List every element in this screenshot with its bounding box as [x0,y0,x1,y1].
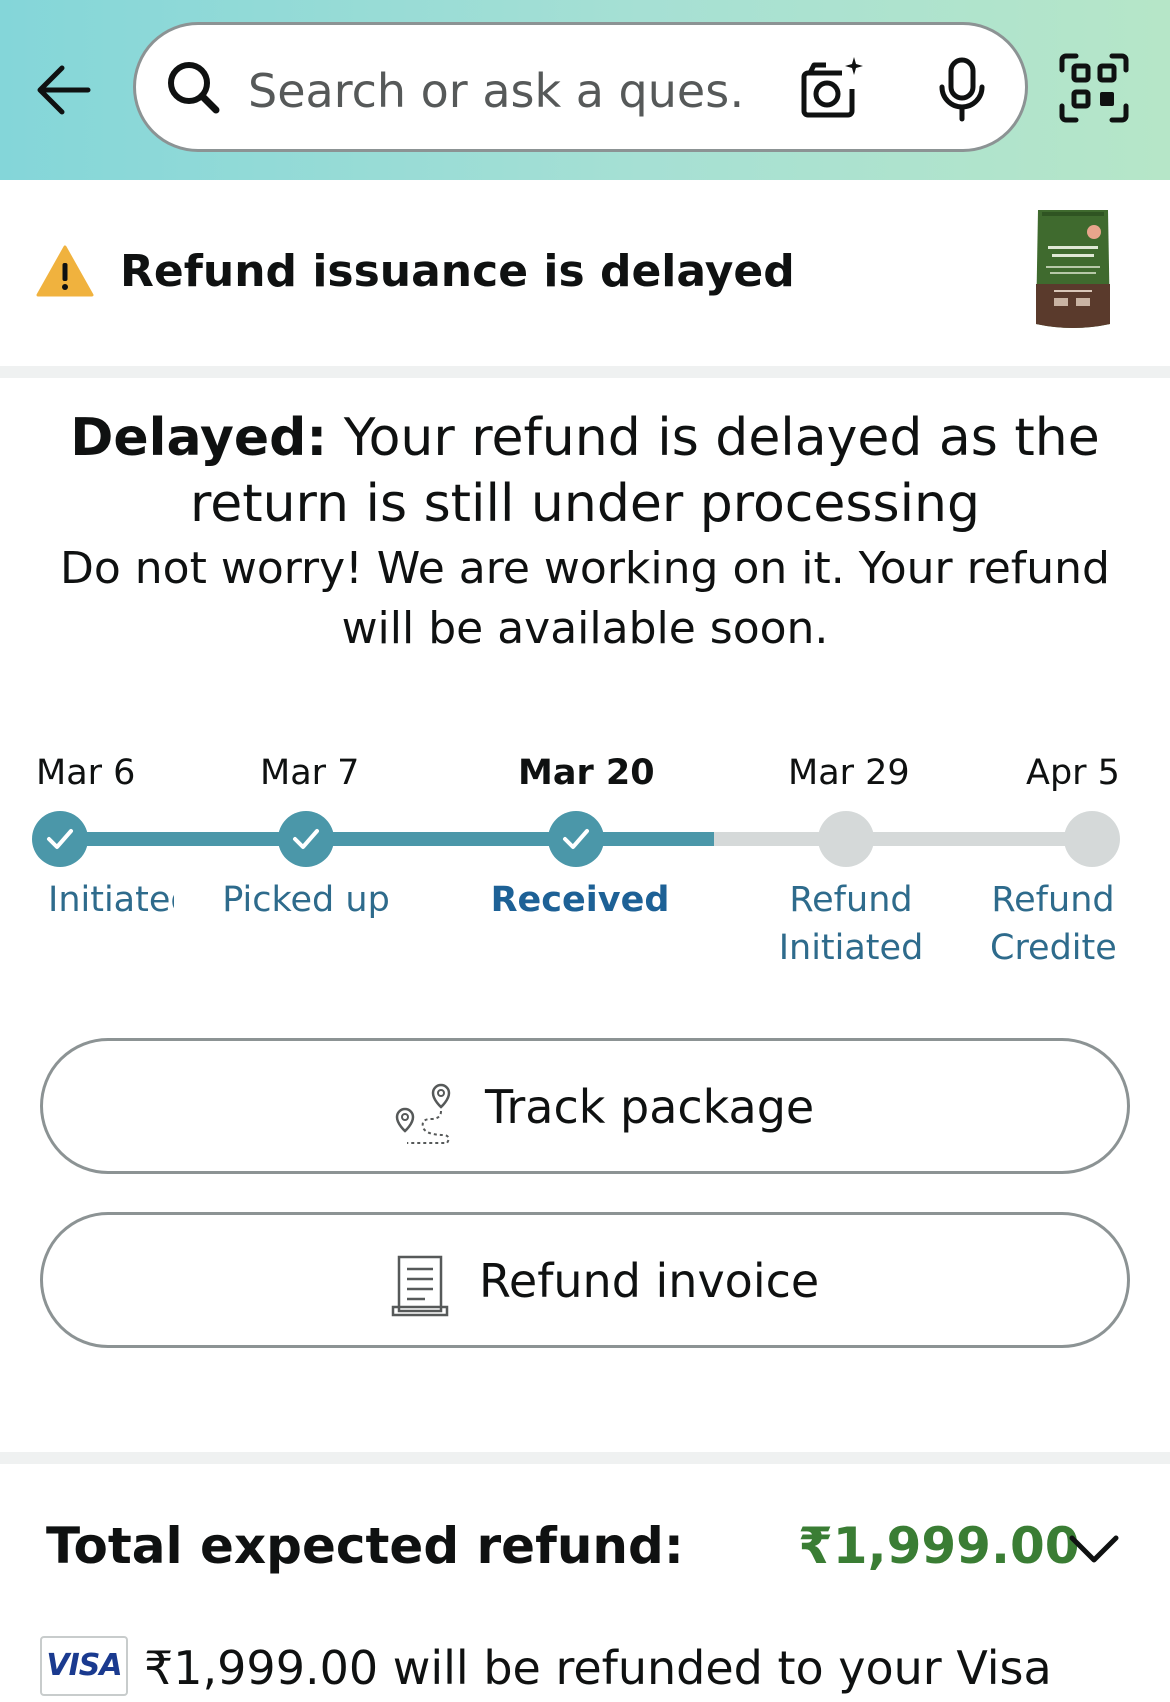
receipt-icon [389,1253,453,1321]
step-date: Mar 6 [36,753,136,793]
step-label: Initiated [48,880,174,920]
refund-progress-tracker: Mar 6 Mar 7 Mar 20 Mar 29 Apr 5 Initiate… [0,740,1170,980]
refund-invoice-label: Refund invoice [479,1254,820,1308]
track-package-button[interactable]: Track package [40,1038,1130,1174]
refund-alert-banner: Refund issuance is delayed [0,180,1170,368]
step-date: Mar 29 [788,753,910,793]
step-complete-check-icon [32,811,88,867]
progress-bar-completed [60,832,714,846]
warning-icon [36,244,94,298]
step-label: Received [490,880,670,920]
camera-search-icon[interactable] [796,55,864,123]
step-complete-check-icon [278,811,334,867]
microphone-icon[interactable] [936,57,988,123]
delay-headline: Delayed: Your refund is delayed as the r… [70,408,1100,534]
step-label: Picked up [222,880,390,920]
qr-scan-icon[interactable] [1058,52,1130,124]
refund-destination-text: ₹1,999.00 will be refunded to your Visa [144,1641,1052,1695]
step-date: Mar 20 [518,753,655,793]
search-field[interactable]: Search or ask a ques… [133,22,1028,152]
step-pending-dot [818,811,874,867]
visa-card-logo: VISA [40,1636,128,1696]
section-divider [0,1452,1170,1464]
delay-message: Delayed: Your refund is delayed as the r… [40,405,1130,659]
search-icon [164,58,224,118]
top-search-bar: Search or ask a ques… [0,0,1170,180]
alert-title: Refund issuance is delayed [120,246,795,297]
product-thumbnail[interactable] [1032,204,1114,332]
step-date: Mar 7 [260,753,360,793]
delay-subtext: Do not worry! We are working on it. Your… [60,543,1110,654]
step-label: Refund Credited [990,880,1116,968]
section-divider [0,366,1170,378]
step-label: Refund Initiated [778,880,924,968]
back-arrow-icon[interactable] [30,48,102,132]
track-package-label: Track package [485,1080,815,1134]
step-pending-dot [1064,811,1120,867]
total-refund-amount[interactable]: ₹1,999.00 [798,1514,1080,1578]
refund-invoice-button[interactable]: Refund invoice [40,1212,1130,1348]
chevron-down-icon[interactable] [1066,1528,1122,1568]
total-refund-label: Total expected refund: [46,1517,684,1575]
search-input[interactable]: Search or ask a ques… [248,63,748,119]
step-date: Apr 5 [1026,753,1120,793]
progress-bar-pending [714,832,1094,846]
route-map-icon [393,1079,457,1151]
step-complete-check-icon [548,811,604,867]
